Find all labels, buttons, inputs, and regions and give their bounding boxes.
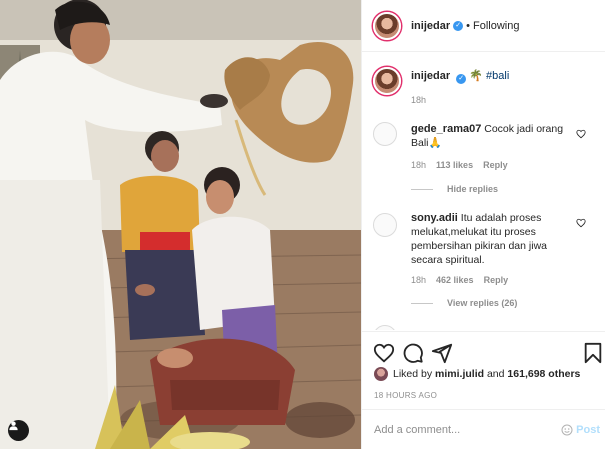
add-comment-bar: Post — [362, 409, 605, 449]
verified-icon: ✓ — [453, 20, 464, 31]
caption-hashtag[interactable]: #bali — [486, 70, 509, 82]
author-avatar[interactable] — [373, 11, 401, 40]
comment-item: gede_rama07 Cocok jadi orang Bali🙏 — [411, 122, 577, 150]
caption-avatar[interactable] — [373, 67, 401, 95]
post-comment-button[interactable]: Post — [561, 424, 600, 436]
comment-time: 18h — [411, 275, 427, 285]
share-icon[interactable] — [431, 342, 453, 364]
emoji-icon[interactable] — [561, 424, 573, 436]
caption: inijedar ✓ 🌴 #bali — [411, 69, 509, 84]
comment-likes[interactable]: 113 likes — [436, 160, 473, 170]
palm-emoji: 🌴 — [469, 70, 483, 82]
comment-avatar[interactable] — [373, 213, 397, 237]
reply-button[interactable]: Reply — [483, 160, 508, 170]
comment-meta: 18h 113 likes Reply — [411, 160, 508, 170]
bookmark-icon[interactable] — [582, 342, 604, 364]
photo-illustration — [0, 0, 361, 449]
heart-icon[interactable] — [373, 342, 395, 364]
comment-like-icon[interactable] — [576, 218, 586, 228]
comment-username[interactable]: sony.adii — [411, 212, 458, 224]
liked-by-user[interactable]: mimi.julid — [435, 368, 484, 380]
post-timestamp[interactable]: 18 HOURS AGO — [374, 391, 437, 400]
liked-by-row: Liked by mimi.julid and 161,698 others — [374, 367, 580, 381]
comment-input[interactable] — [374, 423, 562, 436]
comment-meta: 18h 462 likes Reply — [411, 275, 508, 285]
separator-dot: • — [466, 19, 470, 32]
liked-by-and: and — [486, 368, 505, 380]
post-photo[interactable] — [0, 0, 361, 449]
hide-replies-button[interactable]: Hide replies — [411, 184, 498, 194]
liker-avatar[interactable] — [374, 367, 388, 381]
user-tag-icon — [9, 421, 18, 431]
comment-time: 18h — [411, 160, 427, 170]
post-header: inijedar ✓ • Following — [362, 0, 605, 52]
view-replies-button[interactable]: View replies (26) — [411, 298, 517, 308]
post-label: Post — [576, 423, 600, 436]
user-tag-button[interactable] — [8, 420, 29, 441]
verified-icon: ✓ — [456, 74, 467, 84]
action-bar — [362, 331, 605, 364]
liked-by-prefix: Liked by — [393, 368, 433, 380]
following-button[interactable]: Following — [473, 20, 519, 32]
comment-avatar[interactable] — [373, 325, 397, 330]
comments-list[interactable]: inijedar ✓ 🌴 #bali 18h gede_rama07 Cocok… — [362, 53, 605, 330]
comment-avatar[interactable] — [373, 122, 397, 146]
caption-time: 18h — [411, 95, 427, 105]
comment-item: sony.adii Itu adalah proses melukat,melu… — [411, 211, 577, 267]
caption-username[interactable]: inijedar — [411, 70, 450, 82]
liked-by-count[interactable]: 161,698 others — [507, 368, 580, 380]
comment-like-icon[interactable] — [576, 129, 586, 139]
comment-likes[interactable]: 462 likes — [436, 275, 474, 285]
author-username[interactable]: inijedar — [411, 20, 450, 32]
reply-button[interactable]: Reply — [484, 275, 509, 285]
comment-icon[interactable] — [402, 342, 424, 364]
post-sidebar: inijedar ✓ • Following inijedar ✓ 🌴 #bal… — [361, 0, 605, 449]
comment-username[interactable]: gede_rama07 — [411, 123, 481, 135]
